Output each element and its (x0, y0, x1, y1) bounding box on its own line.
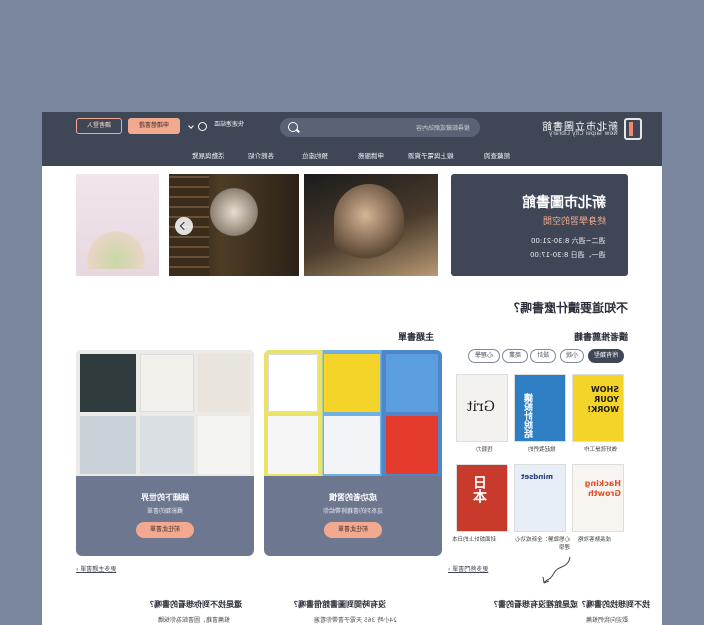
theme-card-photography[interactable]: 細細下的世界 攝影類的書單 前往此書單 (76, 350, 254, 556)
theme-list-title: 主題書單 (398, 333, 435, 343)
logo-english-name: New Taipei City Library (549, 130, 618, 137)
chip-all[interactable]: 所有類型 (588, 349, 624, 363)
carousel-slide-1[interactable] (304, 174, 438, 276)
book-caption: 恆毅力 (476, 447, 493, 453)
hero-hours-weekday: 週二~週六 8:30-21:00 (531, 237, 606, 245)
nav-item-branches[interactable]: 各館介紹 (248, 150, 274, 160)
question-desc: 推薦書籍，圖書館為你採購 (158, 617, 231, 624)
theme-title: 成功者的習慣 (329, 493, 377, 502)
reader-recommend-title: 讀者推薦書籍 (573, 333, 628, 343)
hero-info-card: 新北市圖書館 終身學習的空間 週二~週六 8:30-21:00 週一、週日 8:… (451, 174, 628, 276)
hero-title: 新北市圖書館 (522, 195, 606, 211)
theme-image (264, 350, 442, 476)
theme-title: 細細下的世界 (141, 493, 189, 502)
theme-description: 攝影類的書單 (147, 508, 184, 515)
quick-links[interactable]: 快速連結區 (214, 119, 244, 128)
login-button[interactable]: 讀者登入 (76, 118, 122, 134)
book-cover[interactable]: SHOW YOUR WORK! (572, 374, 624, 442)
book-cover[interactable]: mindset (514, 464, 566, 532)
library-logo[interactable]: 新北市立圖書館 New Taipei City Library (541, 118, 642, 140)
nav-item-apply[interactable]: 申請服務 (358, 150, 384, 160)
question-desc: 歡迎向我們推薦 (586, 617, 629, 624)
search-icon[interactable] (288, 122, 298, 132)
site-header: 新北市立圖書館 New Taipei City Library 搜尋館藏或網站內… (42, 112, 662, 166)
more-theme-lists-link[interactable]: 更多主題書單 › (76, 564, 116, 573)
chip-business[interactable]: 商業 (502, 349, 528, 363)
nav-item-catalog[interactable]: 館藏查詢 (484, 150, 510, 160)
chevron-down-icon[interactable] (188, 123, 194, 129)
book-caption: 做好就是工作 (584, 447, 618, 453)
chip-design[interactable]: 設計 (530, 349, 556, 363)
go-to-list-button[interactable]: 前往此書單 (136, 522, 194, 538)
book-cover[interactable]: 日本 (456, 464, 508, 532)
chip-psychology[interactable]: 心理學 (468, 349, 500, 363)
library-logo-icon (624, 118, 642, 140)
question-title: 還是找不到你想看的書嗎？ (146, 600, 242, 609)
theme-card-success[interactable]: 成功者的習慣 這系列的書籍將帶給你 前往此書單 (264, 350, 442, 556)
nav-item-events[interactable]: 活動與展覽 (192, 150, 225, 160)
theme-description: 這系列的書籍將帶給你 (323, 508, 384, 515)
chip-novel[interactable]: 小說 (560, 349, 584, 363)
search-placeholder: 搜尋館藏或網站內容 (415, 125, 470, 132)
question-title: 沒有時間到圖書館借書嗎？ (290, 600, 386, 609)
book-cover[interactable]: 讓設計說話 (514, 374, 566, 442)
carousel-prev-arrow-icon[interactable] (175, 217, 193, 235)
theme-image (76, 350, 254, 476)
doodle-arrow-icon (542, 556, 571, 584)
book-cover[interactable]: Hacking Growth (572, 464, 624, 532)
browser-page: 新北市立圖書館 New Taipei City Library 搜尋館藏或網站內… (42, 112, 662, 625)
nav-item-eresources[interactable]: 線上與電子資源 (408, 150, 454, 160)
question-desc: 24小時 365 天電子書帶你看遍 (314, 617, 397, 624)
globe-icon[interactable] (198, 122, 207, 131)
section-title: 不知道要讀什麼書嗎？ (507, 301, 628, 315)
book-caption: 心態致勝：全新成功心理學 (514, 537, 570, 551)
book-cover[interactable]: Grit (456, 374, 508, 442)
book-caption: 成長駭客攻略 (578, 537, 612, 543)
hero-subtitle: 終身學習的空間 (542, 217, 606, 227)
book-caption: 封面設計上的日本 (452, 537, 497, 543)
search-bar[interactable]: 搜尋館藏或網站內容 (280, 118, 480, 137)
carousel-slide-3[interactable] (76, 174, 159, 276)
apply-card-button[interactable]: 申請借書證 (128, 118, 180, 134)
more-popular-lists-link[interactable]: 更多熱門書單 › (448, 564, 488, 573)
book-caption: 掀起我們的 (528, 447, 556, 453)
nav-item-seat[interactable]: 預約座位 (302, 150, 328, 160)
go-to-list-button[interactable]: 前往此書單 (324, 522, 382, 538)
question-title: 找不到想找的書嗎？或是館裡沒有想看的書？ (490, 600, 650, 609)
hero-hours-weekend: 週一、週日 8:30-17:00 (530, 251, 606, 259)
